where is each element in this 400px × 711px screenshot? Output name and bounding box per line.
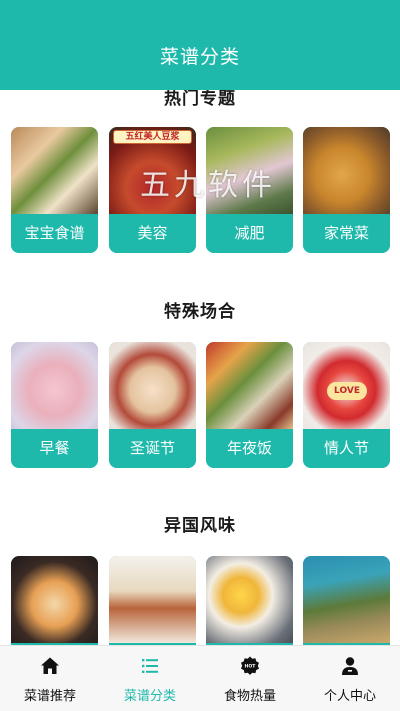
stir-fry-greens-photo (303, 556, 390, 643)
photo-banner-text: 五红美人豆浆 (113, 130, 192, 144)
category-card-christmas[interactable]: 圣诞节 (109, 342, 196, 468)
list-icon (142, 659, 158, 673)
category-card-baby-recipes[interactable]: 宝宝食谱 (11, 127, 98, 253)
tab-label: 食物热量 (223, 689, 276, 704)
category-card-label: 宝宝食谱 (11, 214, 98, 253)
category-scroll-area[interactable]: 热门专题 宝宝食谱 五红美人豆浆 美容 减肥 家常菜 特殊场合 早餐 圣诞节 年… (0, 0, 400, 711)
table-spread-photo (109, 556, 196, 643)
category-card-home-cooking[interactable]: 家常菜 (303, 127, 390, 253)
tab-recipe-category[interactable]: 菜谱分类 (100, 646, 200, 711)
new-year-dinner-photo (206, 342, 293, 429)
tab-label: 菜谱分类 (123, 689, 176, 704)
category-card-valentines[interactable]: LOVE 情人节 (303, 342, 390, 468)
noodle-bowl-photo (11, 556, 98, 643)
category-card-beauty[interactable]: 五红美人豆浆 美容 (109, 127, 196, 253)
category-card-label: 圣诞节 (109, 429, 196, 468)
section-title-foreign-cuisine: 异国风味 (164, 516, 236, 536)
breakfast-photo (11, 342, 98, 429)
category-card-label: 早餐 (11, 429, 98, 468)
page-title: 菜谱分类 (159, 46, 240, 68)
baby-sandwich-photo (11, 127, 98, 214)
christmas-wreath-photo (109, 342, 196, 429)
home-cooking-photo (303, 127, 390, 214)
weight-loss-photo (206, 127, 293, 214)
category-card-label: 情人节 (303, 429, 390, 468)
tab-personal-center[interactable]: 个人中心 (300, 646, 400, 711)
tab-label: 菜谱推荐 (23, 689, 76, 704)
category-card-weight-loss[interactable]: 减肥 (206, 127, 293, 253)
app-header: 菜谱分类 (0, 0, 400, 90)
category-card-new-year-dinner[interactable]: 年夜饭 (206, 342, 293, 468)
home-icon (41, 657, 59, 674)
fried-egg-toast-photo (206, 556, 293, 643)
person-icon (342, 657, 358, 675)
category-card-label: 美容 (109, 214, 196, 253)
tab-recipe-recommend[interactable]: 菜谱推荐 (0, 646, 100, 711)
category-grid-special-occasions: 早餐 圣诞节 年夜饭 LOVE 情人节 (11, 342, 391, 468)
bottom-tab-bar: 菜谱推荐 菜谱分类 HOT 食物热量 个人中心 (0, 645, 400, 711)
svg-text:HOT: HOT (245, 664, 257, 670)
tab-food-calories[interactable]: HOT 食物热量 (200, 646, 300, 711)
category-card-label: 家常菜 (303, 214, 390, 253)
app-root: 热门专题 宝宝食谱 五红美人豆浆 美容 减肥 家常菜 特殊场合 早餐 圣诞节 年… (0, 0, 400, 711)
category-card-breakfast[interactable]: 早餐 (11, 342, 98, 468)
red-beans-photo: 五红美人豆浆 (109, 127, 196, 214)
section-title-special-occasions: 特殊场合 (164, 302, 236, 322)
category-card-label: 年夜饭 (206, 429, 293, 468)
tab-label: 个人中心 (323, 689, 376, 704)
photo-love-text: LOVE (327, 382, 367, 400)
hot-badge-icon: HOT (241, 656, 259, 675)
valentines-heart-photo: LOVE (303, 342, 390, 429)
category-card-label: 减肥 (206, 214, 293, 253)
category-grid-hot-topics: 宝宝食谱 五红美人豆浆 美容 减肥 家常菜 (11, 127, 391, 253)
